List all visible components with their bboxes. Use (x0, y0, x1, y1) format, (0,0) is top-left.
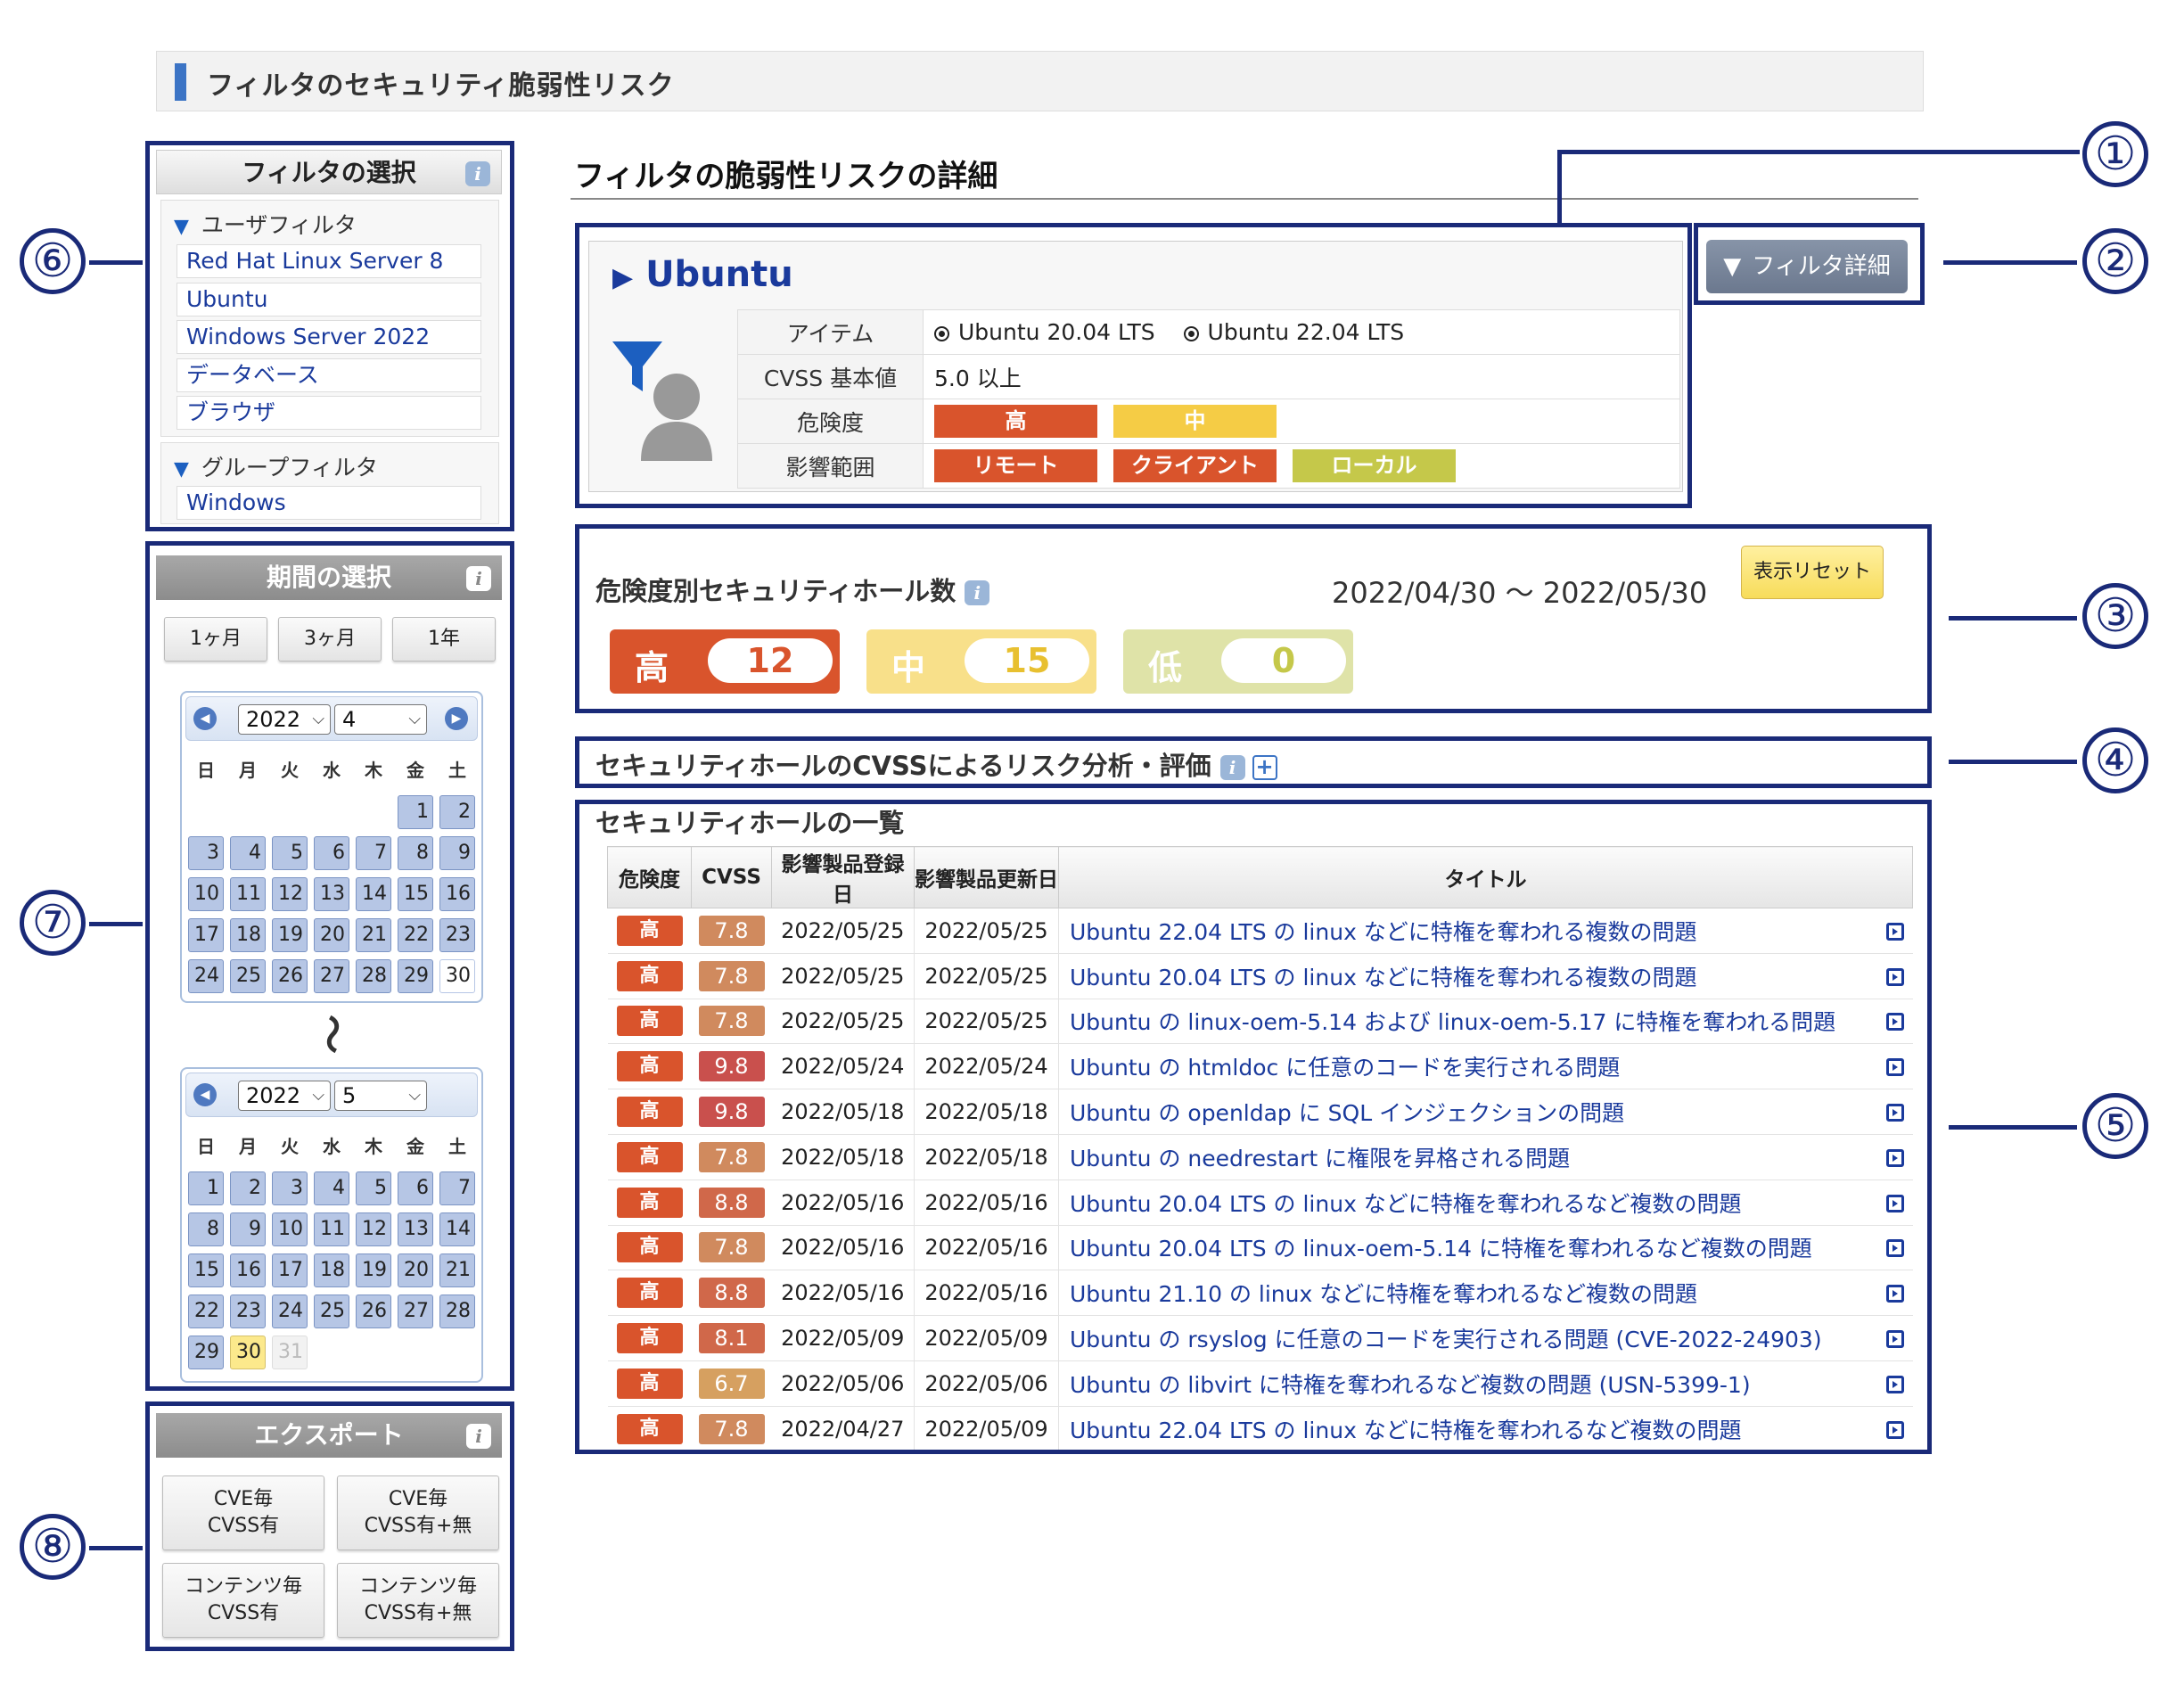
annotation-connector (1949, 760, 2077, 764)
annotation-marker-7: ⑦ (20, 890, 86, 956)
annotation-marker-6: ⑥ (20, 228, 86, 294)
annotation-connector (89, 1546, 143, 1550)
main-title: フィルタの脆弱性リスクの詳細 (574, 159, 998, 194)
annotation-connector (89, 922, 143, 926)
annotation-connector (89, 260, 143, 265)
annotation-connector (1557, 150, 1562, 223)
annotation-frame-4 (575, 736, 1932, 788)
annotation-frame-8 (145, 1401, 514, 1651)
page-header: フィルタのセキュリティ脆弱性リスク (156, 51, 1924, 111)
annotation-frame-2 (1694, 223, 1925, 305)
page-title: フィルタのセキュリティ脆弱性リスク (207, 70, 675, 102)
annotation-connector (1943, 260, 2077, 265)
annotation-connector (1557, 150, 2080, 154)
divider (571, 198, 1918, 200)
annotation-frame-6 (145, 141, 514, 531)
annotation-marker-2: ② (2082, 228, 2148, 294)
annotation-connector (1949, 1125, 2077, 1130)
annotation-frame-5 (575, 800, 1932, 1454)
annotation-connector (1949, 616, 2077, 621)
header-accent-bar (175, 63, 186, 101)
annotation-marker-1: ① (2082, 121, 2148, 187)
annotation-frame-7 (145, 541, 514, 1391)
annotation-marker-5: ⑤ (2082, 1093, 2148, 1159)
annotation-marker-8: ⑧ (20, 1514, 86, 1580)
annotation-frame-3 (575, 524, 1932, 713)
annotation-marker-4: ④ (2082, 727, 2148, 793)
annotation-frame-1 (575, 223, 1692, 508)
annotation-marker-3: ③ (2082, 583, 2148, 649)
